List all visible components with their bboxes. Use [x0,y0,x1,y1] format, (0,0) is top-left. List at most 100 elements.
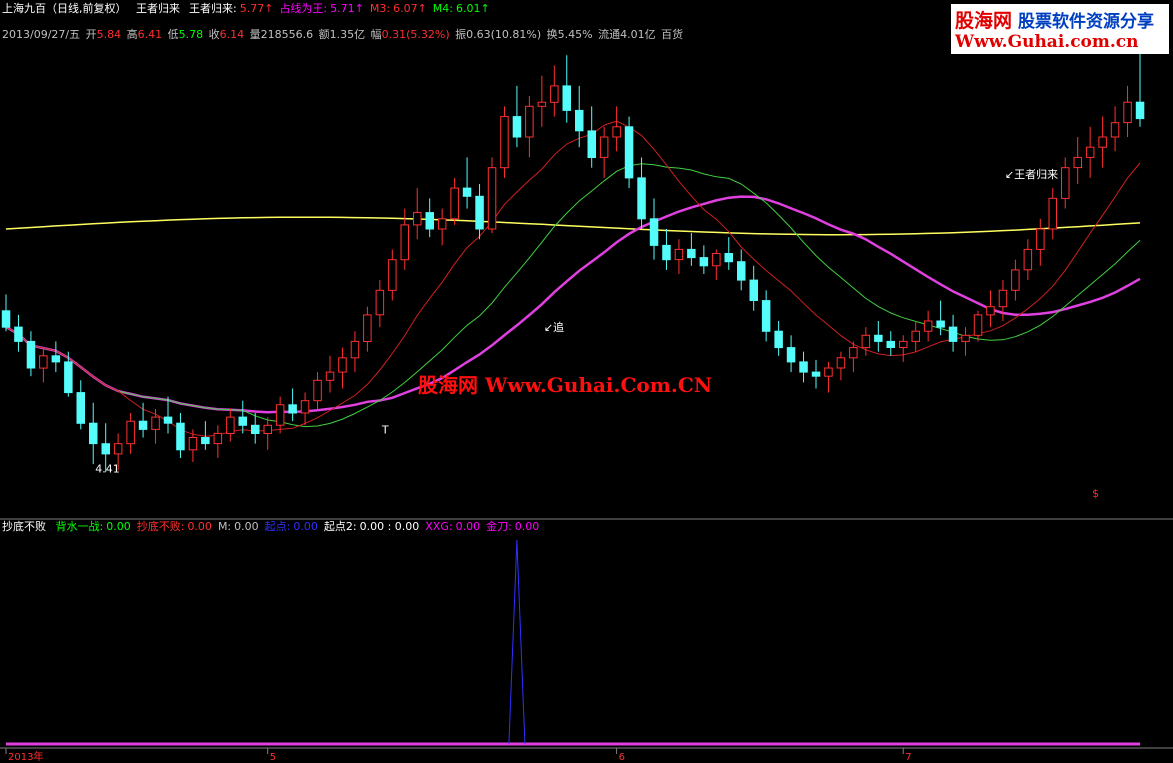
candle-body [176,422,185,451]
candle-body [948,326,958,342]
candle-body [26,340,36,369]
chart-annotation: $ [1092,487,1099,500]
logo-url: Www.Guhai.com.cn [955,32,1139,52]
quote-float: 流通4.01亿 [598,28,656,41]
indicator-legend-item: 起点2: 0.00 : 0.00 [323,520,420,533]
candle-body [238,416,247,426]
quote-low: 低5.78 [167,28,204,41]
candle-body [275,404,285,426]
candle-body [1061,167,1070,199]
x-tick-label: 6 [619,752,625,763]
indicator-legend-item: XXG: 0.00 [425,520,481,533]
candle-body [475,195,484,230]
candle-body [138,420,148,430]
candle-body [899,340,908,348]
indicator-legend-item: 抄底不败: 0.00 [136,520,212,533]
candle-body [537,101,547,107]
candle-body [126,420,135,445]
logo-slogan: 股票软件资源分享 [1018,12,1155,32]
quote-date: 2013/09/27/五 [2,28,81,41]
candle-body [737,261,746,281]
quote-line: 2013/09/27/五 开5.84 高6.41 低5.78 收6.14 量21… [2,28,689,42]
candle-body [400,224,409,261]
candle-body [1085,146,1095,158]
candle-body [699,257,709,267]
candle-body [1123,101,1132,124]
indicator-legend-item: M: 0.00 [217,520,259,533]
candle-body [251,424,260,434]
indicator-legend-item: 起点: 0.00 [264,520,318,533]
candle-body [437,218,447,230]
candle-body [525,105,534,138]
candle-body [1135,101,1145,120]
quote-close: 收6.14 [208,28,245,41]
indicator-blue-spike [508,539,526,745]
header-legend-item: M3: 6.07↑ [369,2,427,15]
candle-body [786,347,796,363]
candle-body [986,306,995,316]
quote-change: 幅0.31(5.32%) [370,28,450,41]
candle-body [413,212,422,226]
candle-body [363,314,372,342]
candle-body [849,347,858,359]
quote-sector: 百货 [661,28,684,41]
candle-body [811,371,821,377]
quote-volume: 量218556.6 [249,28,314,41]
chart-annotation: ↙王者归来 [1005,167,1058,181]
candle-body [188,437,198,451]
watermark: 股海网 Www.Guhai.Com.CN [418,373,713,397]
candle-body [51,355,61,363]
candle-body [512,116,522,138]
candle-body [300,400,310,414]
header-legend-item: 王者归来 [136,2,180,15]
candle-body [1011,269,1020,291]
chart-annotation: 4.41 [95,462,120,475]
candle-body [313,379,322,402]
candle-body [450,187,459,220]
quote-amplitude: 振0.63(10.81%) [455,28,542,41]
candle-body [550,85,559,103]
candle-body [1,310,11,328]
x-tick-label: 7 [905,752,911,763]
header-legend-item: 王者归来: 5.77↑ [189,2,274,15]
candle-body [998,289,1008,308]
candle-body [1036,228,1045,250]
x-tick-label: 5 [270,752,276,763]
candle-body [911,330,920,342]
candle-body [213,432,223,445]
candle-body [14,326,23,342]
candle-body [575,109,584,132]
candle-body [325,371,335,381]
candle-body [562,85,571,111]
candle-body [961,334,970,342]
candle-body [662,244,671,261]
candle-body [973,314,983,336]
candle-body [649,218,659,246]
candle-body [113,443,123,455]
candle-body [587,130,596,158]
candle-body [624,126,634,179]
candle-body [836,357,846,369]
candle-body [64,361,73,394]
candle-body [799,361,808,373]
candle-body [388,259,397,291]
candle-body [637,177,646,220]
candle-body [151,416,160,430]
candle-body [462,187,472,197]
candle-body [350,340,360,359]
indicator-title: 抄底不败 [2,520,46,533]
candle-body [749,279,758,302]
candle-body [1048,197,1057,230]
candle-body [487,167,497,230]
candle-body [761,300,771,332]
candle-body [1073,156,1082,169]
indicator-header: 抄底不败 背水一战: 0.00 抄底不败: 0.00 M: 0.00 起点: 0.00 起点2:… [2,520,551,534]
candle-body [923,320,933,332]
indicator-legend-item: 背水一战: 0.00 [55,520,131,533]
candle-body [338,357,347,373]
candle-body [375,289,385,316]
candle-body [674,248,684,261]
candle-body [936,320,945,328]
candle-body [226,416,235,435]
candle-body [76,392,85,424]
